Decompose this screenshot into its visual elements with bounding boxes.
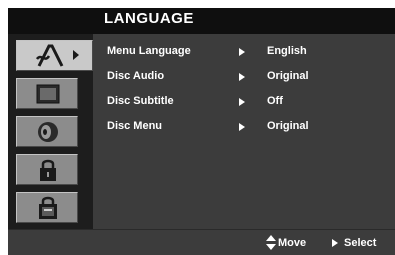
- select-arrow-icon: [332, 239, 338, 247]
- setting-value: Original: [267, 120, 309, 132]
- settings-panel: Menu Language English Disc Audio Origina…: [93, 34, 395, 229]
- right-arrow-icon: [239, 123, 245, 131]
- setting-row-disc-menu[interactable]: Disc Menu Original: [93, 118, 395, 136]
- others-icon: [39, 196, 57, 219]
- setting-value: Original: [267, 70, 309, 82]
- setting-row-menu-language[interactable]: Menu Language English: [93, 43, 395, 61]
- setting-label: Menu Language: [107, 45, 191, 57]
- tab-others[interactable]: [16, 192, 78, 223]
- up-down-arrow-icon: [266, 235, 276, 250]
- tab-display[interactable]: [16, 78, 78, 109]
- tab-language[interactable]: [16, 40, 93, 71]
- right-arrow-icon: [239, 48, 245, 56]
- setting-label: Disc Audio: [107, 70, 165, 82]
- audio-icon: [38, 122, 58, 142]
- setting-value: English: [267, 45, 307, 57]
- setting-row-disc-audio[interactable]: Disc Audio Original: [93, 68, 395, 86]
- title-bar: LANGUAGE: [8, 8, 395, 34]
- select-hint: Select: [344, 237, 377, 249]
- right-arrow-icon: [239, 73, 245, 81]
- tab-lock[interactable]: [16, 154, 78, 185]
- tab-sidebar: [8, 34, 93, 229]
- language-icon: [35, 44, 64, 67]
- setting-label: Disc Menu: [107, 120, 163, 132]
- move-hint: Move: [278, 237, 307, 249]
- right-arrow-icon: [239, 98, 245, 106]
- osd-screen: LANGUAGE Menu Language English Disc Audi…: [8, 8, 395, 255]
- active-tab-arrow-icon: [73, 50, 79, 60]
- lock-icon: [40, 159, 56, 181]
- footer-hints: Move Select: [8, 229, 395, 255]
- display-icon: [36, 84, 60, 104]
- setting-row-disc-subtitle[interactable]: Disc Subtitle Off: [93, 93, 395, 111]
- page-title: LANGUAGE: [104, 10, 194, 27]
- setting-label: Disc Subtitle: [107, 95, 174, 107]
- setting-value: Off: [267, 95, 283, 107]
- tab-audio[interactable]: [16, 116, 78, 147]
